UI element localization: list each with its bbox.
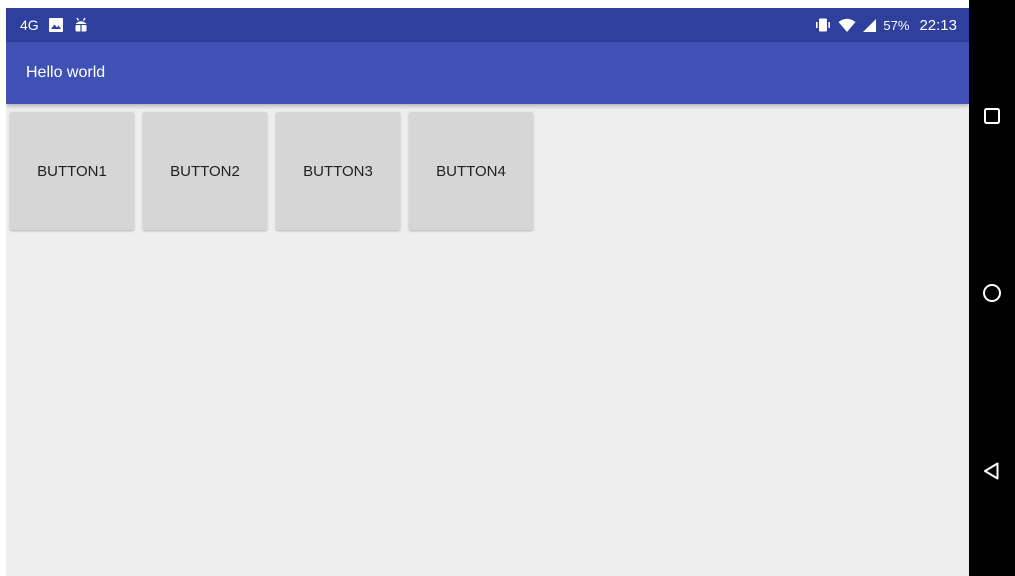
back-button[interactable] <box>977 456 1007 486</box>
network-type-label: 4G <box>20 17 39 33</box>
wifi-icon <box>838 18 856 33</box>
button-1[interactable]: BUTTON1 <box>10 112 134 230</box>
home-button[interactable] <box>977 278 1007 308</box>
app-screen: 4G 57% 22:13 Hello world BUTTON1 BUTTON2… <box>6 8 969 576</box>
recents-button[interactable] <box>977 101 1007 131</box>
status-time: 22:13 <box>919 16 957 34</box>
navigation-bar <box>969 0 1015 576</box>
button-2[interactable]: BUTTON2 <box>143 112 267 230</box>
button-3[interactable]: BUTTON3 <box>276 112 400 230</box>
status-bar-left: 4G <box>20 8 89 42</box>
signal-icon <box>862 18 877 33</box>
back-triangle-icon <box>982 461 1002 481</box>
status-bar: 4G 57% 22:13 <box>6 8 969 42</box>
button-4[interactable]: BUTTON4 <box>409 112 533 230</box>
recents-square-icon <box>983 107 1001 125</box>
home-circle-icon <box>982 283 1002 303</box>
button-row: BUTTON1 BUTTON2 BUTTON3 BUTTON4 <box>10 112 533 230</box>
app-title: Hello world <box>26 64 106 81</box>
vibrate-icon <box>814 17 832 33</box>
app-bar: Hello world <box>6 42 969 104</box>
android-debug-icon <box>73 17 89 33</box>
status-bar-right: 57% 22:13 <box>814 8 957 42</box>
image-icon <box>48 17 64 33</box>
battery-percentage: 57% <box>883 17 910 33</box>
